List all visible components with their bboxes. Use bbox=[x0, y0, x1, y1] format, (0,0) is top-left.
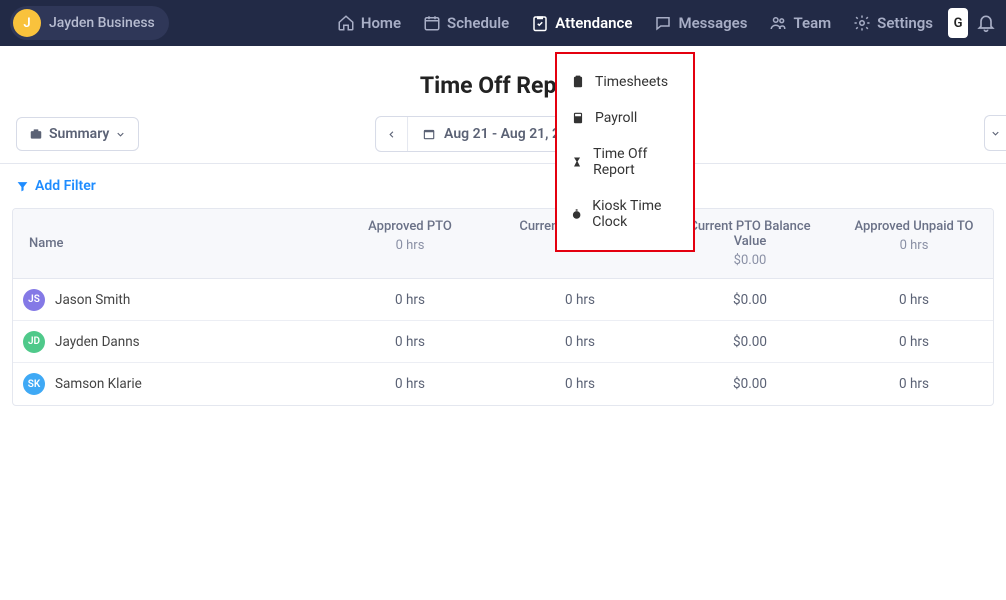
cell-balance: 0 hrs bbox=[495, 334, 665, 350]
nav-messages[interactable]: Messages bbox=[643, 0, 758, 46]
calendar-icon bbox=[423, 14, 441, 32]
date-prev-button[interactable] bbox=[376, 117, 408, 151]
col-unpaid-total: 0 hrs bbox=[843, 238, 985, 253]
col-name: Name bbox=[13, 209, 325, 278]
chat-icon bbox=[654, 14, 672, 32]
menu-kiosk[interactable]: Kiosk Time Clock bbox=[557, 188, 693, 240]
cell-name: SK Samson Klarie bbox=[13, 373, 325, 395]
report-table: Name Approved PTO 0 hrs Current PTO Bala… bbox=[12, 208, 994, 406]
employee-name: Samson Klarie bbox=[55, 376, 142, 392]
nav-settings-label: Settings bbox=[877, 14, 933, 32]
table-body: JSJason Smith0 hrs0 hrs$0.000 hrsJDJayde… bbox=[13, 279, 993, 405]
cell-balance-value: $0.00 bbox=[665, 376, 835, 392]
attendance-dropdown: Timesheets Payroll Time Off Report Kiosk… bbox=[555, 52, 695, 252]
chevron-down-icon bbox=[115, 129, 126, 140]
col-name-label: Name bbox=[29, 236, 317, 251]
col-approved-pto-total: 0 hrs bbox=[333, 238, 487, 253]
summary-dropdown[interactable]: Summary bbox=[16, 117, 139, 151]
table-row[interactable]: JSJason Smith0 hrs0 hrs$0.000 hrs bbox=[13, 279, 993, 321]
business-avatar: J bbox=[13, 9, 41, 37]
bell-icon[interactable] bbox=[976, 13, 996, 33]
team-icon bbox=[769, 14, 787, 32]
table-row[interactable]: JDJayden Danns0 hrs0 hrs$0.000 hrs bbox=[13, 321, 993, 363]
page-title: Time Off Report bbox=[0, 72, 1006, 99]
clipboard-icon bbox=[571, 75, 585, 89]
cell-balance: 0 hrs bbox=[495, 292, 665, 308]
cell-balance: 0 hrs bbox=[495, 376, 665, 392]
nav-home[interactable]: Home bbox=[326, 0, 412, 46]
col-approved-pto-label: Approved PTO bbox=[333, 219, 487, 234]
briefcase-icon bbox=[29, 127, 43, 141]
menu-time-off-report[interactable]: Time Off Report bbox=[557, 136, 693, 188]
nav-team-label: Team bbox=[793, 14, 831, 32]
chevron-down-icon bbox=[990, 128, 1001, 139]
nav-attendance[interactable]: Attendance bbox=[520, 0, 643, 46]
cell-approved-pto: 0 hrs bbox=[325, 376, 495, 392]
menu-payroll-label: Payroll bbox=[595, 110, 637, 126]
col-unpaid: Approved Unpaid TO 0 hrs bbox=[835, 209, 993, 278]
main-nav: Home Schedule Attendance Messages Team S… bbox=[326, 0, 996, 46]
options-button[interactable] bbox=[984, 115, 1006, 151]
g-badge[interactable]: G bbox=[948, 8, 968, 38]
add-filter-label: Add Filter bbox=[35, 178, 96, 194]
header-right: G bbox=[948, 8, 996, 38]
menu-timesheets-label: Timesheets bbox=[595, 74, 668, 90]
calculator-icon bbox=[571, 111, 585, 125]
employee-name: Jayden Danns bbox=[55, 334, 140, 350]
col-unpaid-label: Approved Unpaid TO bbox=[843, 219, 985, 234]
filter-icon bbox=[16, 180, 29, 193]
app-header: J Jayden Business Home Schedule Attendan… bbox=[0, 0, 1006, 46]
business-name: Jayden Business bbox=[49, 15, 155, 31]
stopwatch-icon bbox=[571, 207, 582, 221]
nav-home-label: Home bbox=[361, 14, 401, 32]
col-balance-value-label: Current PTO Balance Value bbox=[673, 219, 827, 249]
cell-unpaid: 0 hrs bbox=[835, 376, 993, 392]
table-header: Name Approved PTO 0 hrs Current PTO Bala… bbox=[13, 209, 993, 279]
table-row[interactable]: SKSamson Klarie0 hrs0 hrs$0.000 hrs bbox=[13, 363, 993, 405]
cell-name: JD Jayden Danns bbox=[13, 331, 325, 353]
col-balance-value-total: $0.00 bbox=[673, 253, 827, 268]
gear-icon bbox=[853, 14, 871, 32]
cell-balance-value: $0.00 bbox=[665, 334, 835, 350]
user-avatar: SK bbox=[23, 373, 45, 395]
nav-settings[interactable]: Settings bbox=[842, 0, 944, 46]
summary-label: Summary bbox=[49, 126, 109, 142]
cell-name: JS Jason Smith bbox=[13, 289, 325, 311]
calendar-icon bbox=[422, 127, 436, 141]
cell-unpaid: 0 hrs bbox=[835, 334, 993, 350]
home-icon bbox=[337, 14, 355, 32]
clipboard-check-icon bbox=[531, 14, 549, 32]
hourglass-icon bbox=[571, 155, 583, 169]
nav-schedule-label: Schedule bbox=[447, 14, 509, 32]
user-avatar: JS bbox=[23, 289, 45, 311]
col-approved-pto: Approved PTO 0 hrs bbox=[325, 209, 495, 278]
controls-row: Summary Aug 21 - Aug 21, 2024 bbox=[0, 115, 1006, 153]
nav-messages-label: Messages bbox=[678, 14, 747, 32]
chevron-left-icon bbox=[386, 129, 397, 140]
menu-time-off-report-label: Time Off Report bbox=[593, 146, 679, 178]
add-filter-button[interactable]: Add Filter bbox=[0, 164, 1006, 204]
menu-kiosk-label: Kiosk Time Clock bbox=[592, 198, 679, 230]
nav-schedule[interactable]: Schedule bbox=[412, 0, 520, 46]
user-avatar: JD bbox=[23, 331, 45, 353]
menu-timesheets[interactable]: Timesheets bbox=[557, 64, 693, 100]
cell-approved-pto: 0 hrs bbox=[325, 334, 495, 350]
nav-attendance-label: Attendance bbox=[555, 14, 632, 32]
business-selector[interactable]: J Jayden Business bbox=[10, 6, 169, 40]
cell-unpaid: 0 hrs bbox=[835, 292, 993, 308]
employee-name: Jason Smith bbox=[55, 292, 130, 308]
cell-balance-value: $0.00 bbox=[665, 292, 835, 308]
menu-payroll[interactable]: Payroll bbox=[557, 100, 693, 136]
cell-approved-pto: 0 hrs bbox=[325, 292, 495, 308]
nav-team[interactable]: Team bbox=[758, 0, 842, 46]
